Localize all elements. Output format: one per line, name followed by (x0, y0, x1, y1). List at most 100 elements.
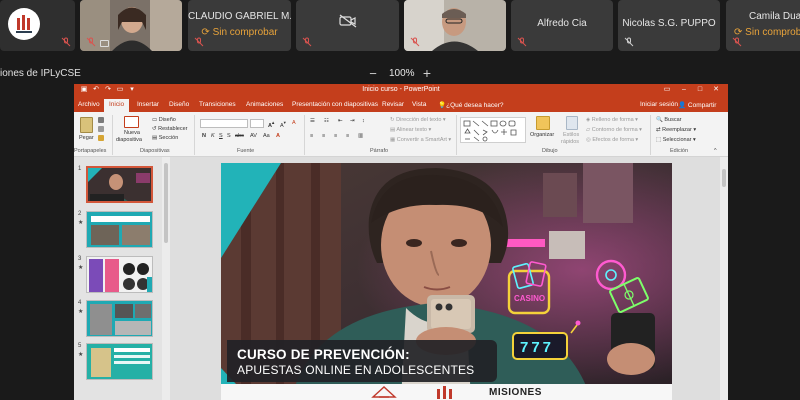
tab-revisar[interactable]: Revisar (382, 101, 404, 108)
numbering-icon[interactable]: ☷ (324, 118, 329, 124)
font-size-select[interactable] (250, 119, 264, 128)
replace-button[interactable]: ⇄ Reemplazar ▾ (656, 127, 696, 133)
participant-tile-6[interactable]: Alfredo Cia (511, 0, 613, 51)
tab-inicio[interactable]: Inicio (104, 99, 130, 112)
tab-transiciones[interactable]: Transiciones (199, 101, 236, 108)
strikethrough-icon[interactable]: abc (235, 133, 244, 139)
animation-star-icon: ★ (78, 265, 84, 271)
arrange-icon[interactable] (536, 116, 550, 130)
group-parrafo: Párrafo (370, 148, 389, 154)
tab-insertar[interactable]: Insertar (137, 101, 159, 108)
tab-animaciones[interactable]: Animaciones (246, 101, 283, 108)
text-direction-button[interactable]: ↻ Dirección del texto ▾ (390, 117, 446, 123)
new-slide-icon[interactable] (124, 116, 139, 128)
current-slide[interactable]: CASINO 777 CURSO DE PREVENCIÓN: APUESTAS… (221, 163, 672, 400)
thumbnail-image (87, 301, 152, 336)
zoom-out-button[interactable]: − (367, 66, 379, 81)
columns-icon[interactable]: ▥ (358, 133, 363, 139)
quick-styles-icon[interactable] (566, 116, 578, 130)
align-center-icon[interactable]: ≡ (322, 133, 325, 139)
layout-button[interactable]: ▭ Diseño (152, 117, 176, 123)
char-spacing-icon[interactable]: AV (250, 133, 257, 139)
align-left-icon[interactable]: ≡ (310, 133, 313, 139)
thumb-number: 2 (78, 211, 82, 217)
shapes-gallery[interactable] (460, 117, 526, 143)
arrange-button[interactable]: Organizar (530, 132, 554, 138)
paste-icon[interactable] (80, 117, 93, 133)
canvas-scrollbar[interactable] (720, 157, 728, 400)
tell-me-search[interactable]: 💡¿Qué desea hacer? (438, 101, 504, 109)
zoom-in-button[interactable]: + (421, 65, 433, 81)
mic-muted-icon (86, 37, 96, 47)
participant-tile-7[interactable]: Nicolas S.G. PUPPO (618, 0, 720, 51)
decrease-indent-icon[interactable]: ⇤ (338, 118, 343, 124)
reset-button[interactable]: ↺ Restablecer (152, 126, 188, 132)
participant-tile-2[interactable] (80, 0, 182, 51)
thumbnails-scrollbar[interactable] (162, 157, 170, 400)
mic-muted-icon (517, 37, 527, 47)
slide-thumbnail-4[interactable] (86, 300, 153, 337)
font-color-icon[interactable]: A (276, 133, 280, 139)
increase-indent-icon[interactable]: ⇥ (350, 118, 355, 124)
participant-tile-3[interactable]: CLAUDIO GABRIEL M... ⟳ Sin comprobar (188, 0, 291, 51)
minimize-icon[interactable]: – (680, 86, 688, 94)
tab-archivo[interactable]: Archivo (78, 101, 100, 108)
shapes-icon (463, 120, 517, 142)
signin-link[interactable]: Iniciar sesión (640, 101, 678, 108)
slot-digits: 777 (520, 339, 554, 356)
find-button[interactable]: 🔍 Buscar (656, 117, 682, 123)
screen-share-title: iones de IPLyCSE (0, 68, 81, 79)
participant-name: CLAUDIO GABRIEL M... (188, 11, 291, 22)
slide-thumbnail-3[interactable] (86, 256, 153, 293)
shape-outline-button[interactable]: ▱ Contorno de forma ▾ (586, 127, 642, 133)
shrink-font-icon[interactable]: A▾ (280, 120, 286, 129)
change-case-icon[interactable]: Aa (263, 133, 270, 139)
participant-tile-4[interactable] (296, 0, 399, 51)
cut-icon[interactable] (98, 117, 104, 123)
underline-icon[interactable]: S (219, 133, 223, 139)
collapse-ribbon-icon[interactable]: ^ (714, 148, 717, 154)
align-right-icon[interactable]: ≡ (334, 133, 337, 139)
participant-tile-5[interactable] (404, 0, 506, 51)
slide-subheadline: APUESTAS ONLINE EN ADOLESCENTES (237, 363, 475, 377)
participant-status: ⟳ Sin comprobar (734, 27, 800, 38)
tab-diseno[interactable]: Diseño (169, 101, 189, 108)
italic-icon[interactable]: K (211, 133, 215, 139)
font-family-select[interactable] (200, 119, 248, 128)
participant-tile-1[interactable] (0, 0, 75, 51)
align-text-button[interactable]: ▤ Alinear texto ▾ (390, 127, 431, 133)
shadow-icon[interactable]: S (227, 133, 231, 139)
thumb-number: 3 (78, 256, 82, 262)
slide-thumbnail-1[interactable] (86, 166, 153, 203)
slide-thumbnail-5[interactable] (86, 343, 153, 380)
ribbon-options-icon[interactable]: ▭ (662, 86, 672, 94)
participant-tile-8[interactable]: Camila Duart ⟳ Sin comprobar (726, 0, 800, 51)
shape-fill-button[interactable]: ◈ Relleno de forma ▾ (586, 117, 638, 123)
new-slide-label-2: diapositiva (116, 137, 142, 143)
bold-icon[interactable]: N (202, 133, 206, 139)
share-button[interactable]: 👤 Compartir (678, 101, 716, 109)
tab-presentacion[interactable]: Presentación con diapositivas (292, 101, 378, 108)
grow-font-icon[interactable]: A▴ (268, 120, 274, 129)
tab-vista[interactable]: Vista (412, 101, 426, 108)
group-separator (112, 115, 113, 155)
copy-icon[interactable] (98, 126, 104, 132)
section-button[interactable]: ▤ Sección (152, 135, 178, 141)
bullets-icon[interactable]: ☰ (310, 118, 315, 124)
mic-muted-icon (194, 37, 204, 47)
smartart-button[interactable]: ▦ Convertir a SmartArt ▾ (390, 137, 451, 143)
animation-star-icon: ★ (78, 220, 84, 226)
group-portapapeles: Portapapeles (74, 148, 107, 154)
clear-format-icon[interactable]: A (292, 120, 296, 126)
slide-thumbnail-2[interactable] (86, 211, 153, 248)
line-spacing-icon[interactable]: ↕ (362, 118, 365, 124)
powerpoint-window: ▣ ↶ ↷ ▭ ▾ Inicio curso - PowerPoint ▭ – … (74, 84, 728, 400)
shape-effects-button[interactable]: ◎ Efectos de forma ▾ (586, 137, 638, 143)
justify-icon[interactable]: ≡ (346, 133, 349, 139)
select-button[interactable]: ⬚ Seleccionar ▾ (656, 137, 696, 143)
close-icon[interactable]: ✕ (712, 86, 720, 94)
format-painter-icon[interactable] (98, 135, 104, 141)
animation-star-icon: ★ (78, 309, 84, 315)
maximize-icon[interactable]: □ (696, 86, 704, 94)
slide-headline: CURSO DE PREVENCIÓN: (237, 347, 410, 362)
